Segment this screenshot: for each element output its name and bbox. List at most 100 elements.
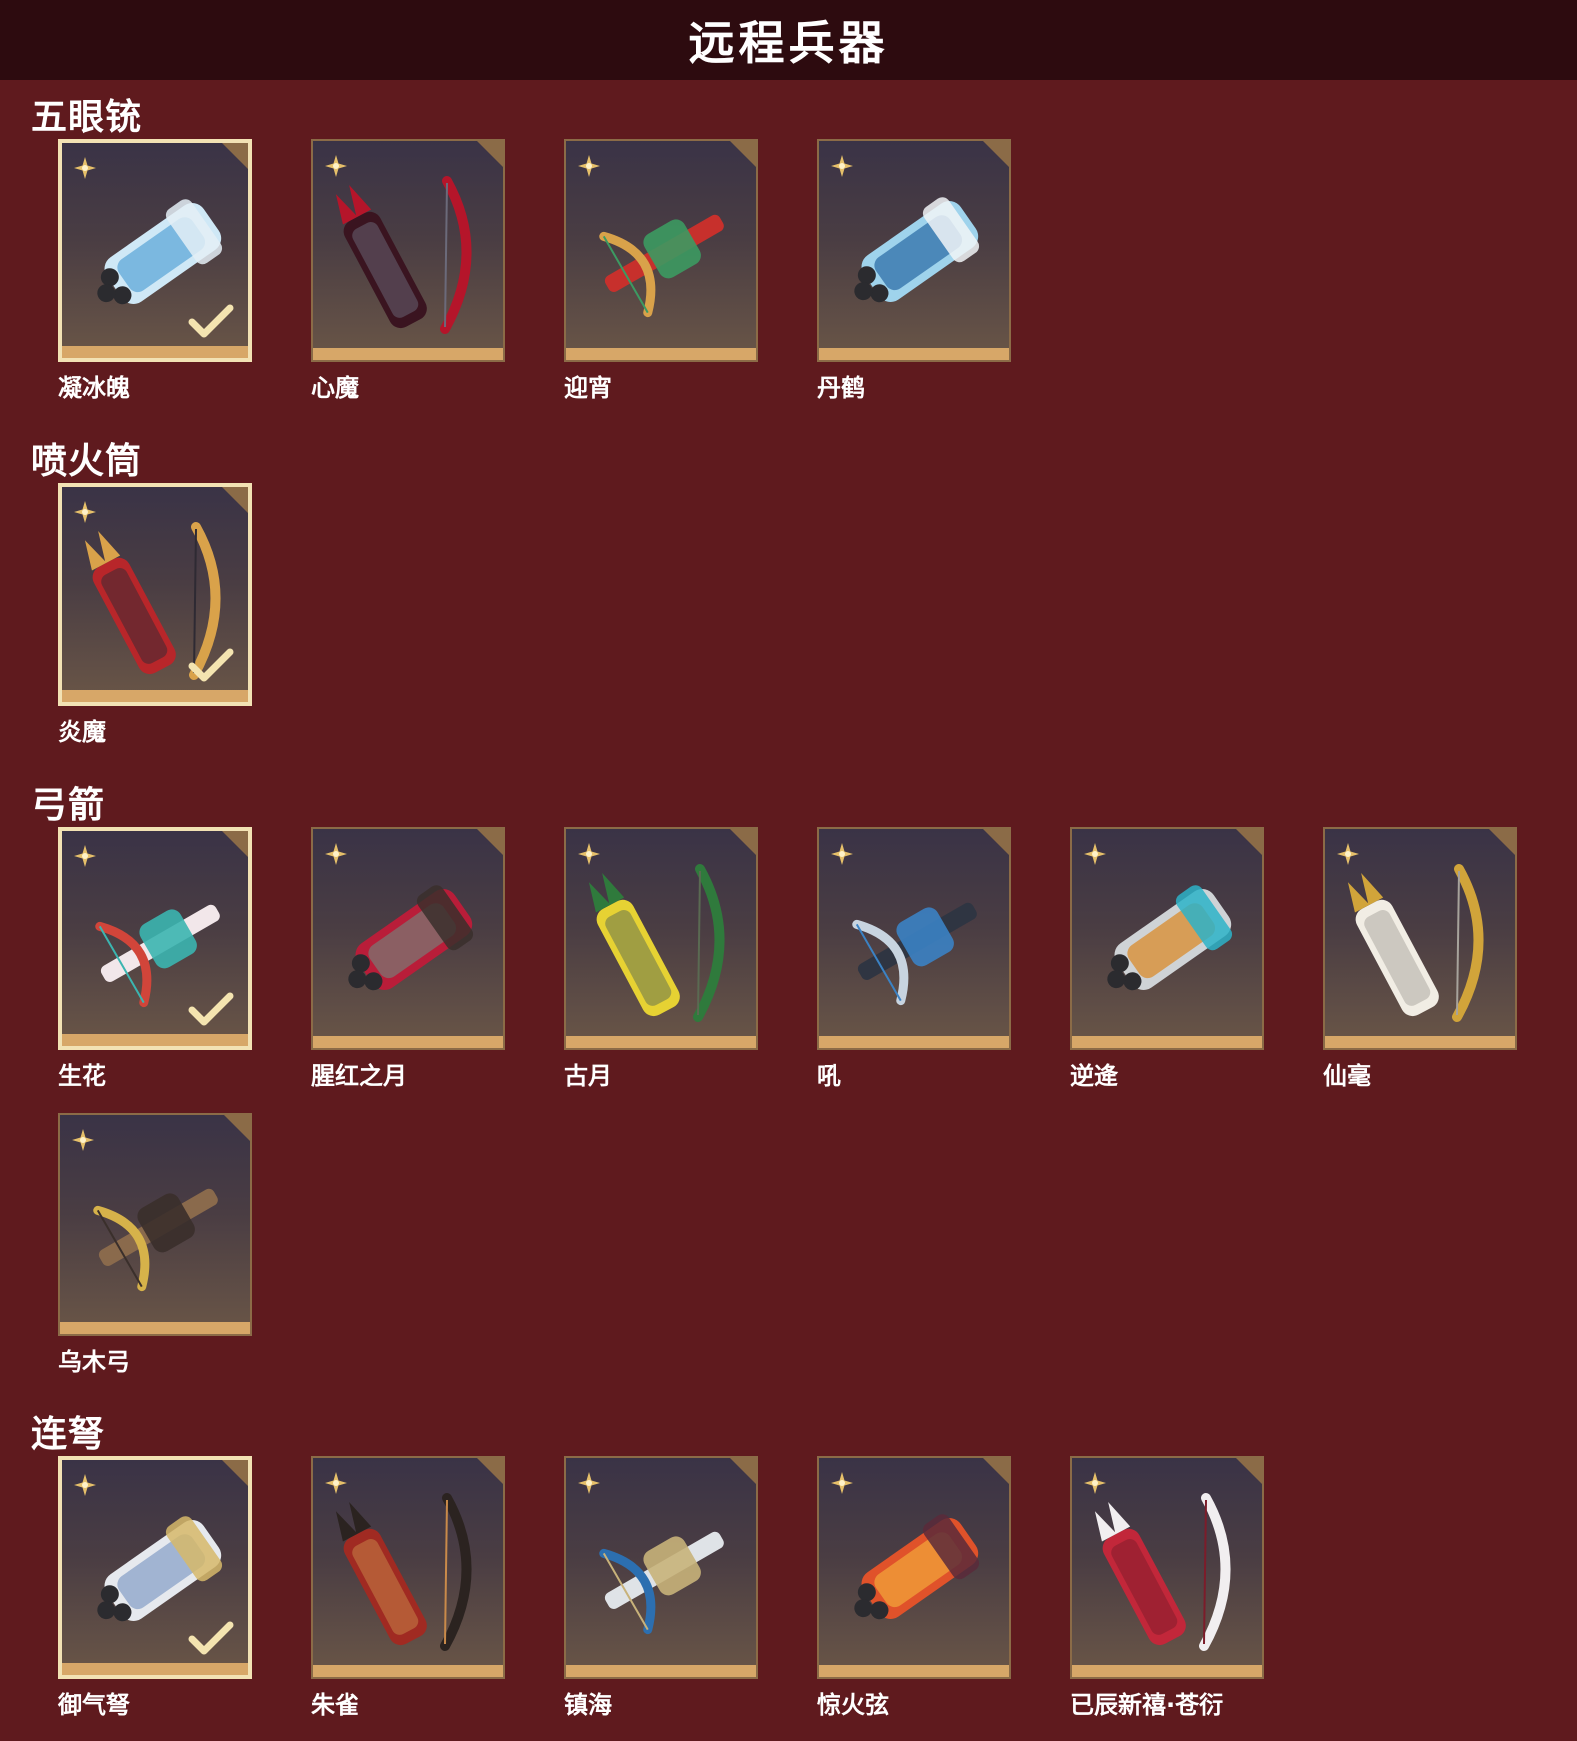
weapon-art-icon — [348, 885, 474, 991]
weapon-card[interactable] — [564, 1456, 758, 1679]
weapon-art-icon — [335, 176, 472, 334]
weapon-name-label: 心魔 — [311, 374, 359, 402]
corner-tab-icon — [983, 141, 1009, 167]
weapon-name-label: 炎魔 — [58, 718, 106, 746]
rarity-star-icon — [72, 1129, 94, 1151]
rarity-star-icon — [1084, 1472, 1106, 1494]
weapon-name-label: 迎宵 — [564, 374, 612, 402]
card-bottom-bar — [60, 1322, 250, 1334]
weapon-card-frame — [1070, 827, 1264, 1050]
card-bottom-bar — [819, 1665, 1009, 1677]
weapon-card[interactable] — [564, 139, 758, 362]
weapon-name-label: 腥红之月 — [311, 1062, 407, 1090]
weapon-art-icon — [93, 1188, 218, 1292]
weapon-name-label: 乌木弓 — [58, 1348, 130, 1376]
corner-tab-icon — [222, 143, 248, 169]
weapon-art-icon — [852, 902, 977, 1006]
category-title: 喷火筒 — [31, 441, 143, 482]
rarity-star-icon — [325, 1472, 347, 1494]
card-bottom-bar — [566, 348, 756, 360]
weapon-name-label: 惊火弦 — [817, 1691, 889, 1719]
equipped-check-icon — [188, 648, 234, 682]
card-bottom-bar — [1325, 1036, 1515, 1048]
weapon-art-icon — [1107, 885, 1233, 991]
weapon-card[interactable] — [564, 827, 758, 1050]
rarity-star-icon — [831, 155, 853, 177]
page-header: 远程兵器 — [0, 0, 1577, 80]
corner-tab-icon — [1489, 829, 1515, 855]
weapon-card[interactable] — [311, 827, 505, 1050]
corner-tab-icon — [730, 829, 756, 855]
weapon-card[interactable] — [817, 827, 1011, 1050]
weapon-card-frame — [311, 1456, 505, 1679]
corner-tab-icon — [477, 141, 503, 167]
weapon-card-frame — [58, 483, 252, 706]
rarity-star-icon — [74, 157, 96, 179]
rarity-star-icon — [74, 501, 96, 523]
weapon-card-frame — [817, 139, 1011, 362]
card-bottom-bar — [62, 690, 248, 702]
card-bottom-bar — [566, 1665, 756, 1677]
weapon-card-frame — [311, 827, 505, 1050]
weapon-card-frame — [58, 1456, 252, 1679]
weapon-name-label: 古月 — [564, 1062, 612, 1090]
weapon-card-frame — [564, 1456, 758, 1679]
corner-tab-icon — [224, 1115, 250, 1141]
weapon-card[interactable] — [311, 1456, 505, 1679]
weapon-card[interactable] — [1323, 827, 1517, 1050]
weapon-art-icon — [335, 1493, 472, 1651]
card-bottom-bar — [313, 1665, 503, 1677]
weapon-name-label: 吼 — [817, 1062, 841, 1090]
weapon-card-frame — [58, 139, 252, 362]
weapon-card[interactable] — [58, 1113, 252, 1336]
card-bottom-bar — [313, 348, 503, 360]
weapon-name-label: 仙毫 — [1323, 1062, 1371, 1090]
weapon-card[interactable] — [58, 827, 252, 1050]
corner-tab-icon — [222, 1460, 248, 1486]
equipped-check-icon — [188, 1621, 234, 1655]
rarity-star-icon — [831, 843, 853, 865]
weapon-card[interactable] — [58, 1456, 252, 1679]
rarity-star-icon — [578, 155, 600, 177]
weapon-card-frame — [564, 827, 758, 1050]
weapon-art-icon — [1094, 1493, 1231, 1651]
rarity-star-icon — [831, 1472, 853, 1494]
rarity-star-icon — [1337, 843, 1359, 865]
weapon-art-icon — [599, 1531, 724, 1635]
rarity-star-icon — [74, 1474, 96, 1496]
card-bottom-bar — [1072, 1665, 1262, 1677]
weapon-card[interactable] — [1070, 1456, 1264, 1679]
card-bottom-bar — [819, 348, 1009, 360]
weapon-art-icon — [1347, 864, 1484, 1022]
weapon-art-icon — [854, 197, 980, 303]
weapon-card[interactable] — [817, 139, 1011, 362]
weapon-name-label: 丹鹤 — [817, 374, 865, 402]
card-bottom-bar — [62, 346, 248, 358]
weapon-card-frame — [1070, 1456, 1264, 1679]
weapon-art-icon — [588, 864, 725, 1022]
corner-tab-icon — [983, 1458, 1009, 1484]
weapon-art-icon — [854, 1514, 980, 1620]
corner-tab-icon — [477, 829, 503, 855]
corner-tab-icon — [1236, 1458, 1262, 1484]
weapon-name-label: 生花 — [58, 1062, 106, 1090]
weapon-card[interactable] — [311, 139, 505, 362]
category-title: 弓箭 — [31, 785, 106, 826]
corner-tab-icon — [983, 829, 1009, 855]
corner-tab-icon — [730, 1458, 756, 1484]
weapon-card-frame — [564, 139, 758, 362]
equipped-check-icon — [188, 304, 234, 338]
weapon-card[interactable] — [817, 1456, 1011, 1679]
corner-tab-icon — [222, 831, 248, 857]
page-title: 远程兵器 — [688, 16, 889, 70]
card-bottom-bar — [819, 1036, 1009, 1048]
card-bottom-bar — [313, 1036, 503, 1048]
rarity-star-icon — [578, 843, 600, 865]
corner-tab-icon — [730, 141, 756, 167]
weapon-card[interactable] — [1070, 827, 1264, 1050]
weapon-card[interactable] — [58, 483, 252, 706]
corner-tab-icon — [477, 1458, 503, 1484]
card-bottom-bar — [566, 1036, 756, 1048]
weapon-card[interactable] — [58, 139, 252, 362]
card-bottom-bar — [1072, 1036, 1262, 1048]
